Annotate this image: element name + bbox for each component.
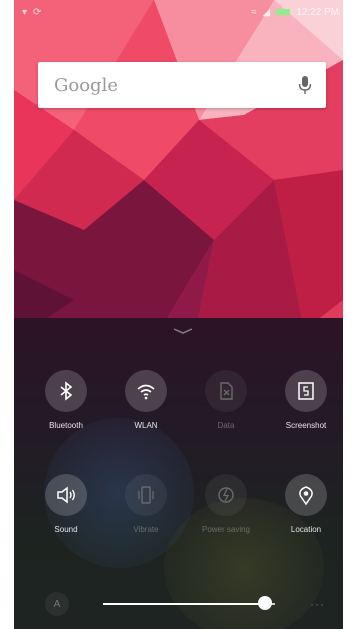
tile-wlan[interactable]: WLAN [106,370,186,430]
vibrate-toggle[interactable] [125,474,167,516]
power-icon [218,487,234,503]
phone-screen: ▾ ⟳ ≈ ◢ 12:22 PM Google Bluetooth WLAN D… [14,0,343,629]
tile-label: Bluetooth [49,421,83,430]
tile-bluetooth[interactable]: Bluetooth [26,370,106,430]
notification-icon: ▾ [22,6,28,18]
power-saving-toggle[interactable] [205,474,247,516]
data-toggle[interactable] [205,370,247,412]
tile-label: Screenshot [285,421,327,430]
brightness-thumb[interactable] [258,596,272,610]
wifi-icon [137,384,155,400]
tile-label: Power saving [201,525,251,534]
tile-label: Location [290,525,322,534]
wifi-icon: ≈ [250,6,257,18]
status-time: 12:22 PM [296,6,339,18]
more-icon[interactable]: ··· [310,597,325,611]
sound-icon [57,486,75,504]
control-panel: Bluetooth WLAN Data Screenshot Sound Vib… [14,318,343,629]
sound-toggle[interactable] [45,474,87,516]
sim-card-icon [220,382,233,400]
tile-power-saving[interactable]: Power saving [186,474,266,534]
brightness-fill [103,603,265,605]
vibrate-icon [138,486,154,504]
collapse-handle-icon[interactable] [172,326,194,336]
screenshot-button[interactable] [285,370,327,412]
tile-location[interactable]: Location [266,474,343,534]
mic-icon[interactable] [298,75,312,95]
tile-data[interactable]: Data [186,370,266,430]
tile-screenshot[interactable]: Screenshot [266,370,343,430]
tile-vibrate[interactable]: Vibrate [106,474,186,534]
tile-sound[interactable]: Sound [26,474,106,534]
google-search-bar[interactable]: Google [38,62,326,108]
signal-icon: ◢ [262,6,271,18]
sync-icon: ⟳ [33,6,42,18]
screenshot-icon [298,382,314,400]
brightness-slider[interactable] [103,603,275,605]
tile-label: Data [217,421,235,430]
battery-icon [276,9,291,15]
location-icon [299,486,313,506]
tile-label: WLAN [134,421,158,430]
bluetooth-icon [60,381,73,401]
tile-label: Vibrate [133,525,159,534]
wallpaper [14,0,343,340]
bluetooth-toggle[interactable] [45,370,87,412]
search-label: Google [54,74,118,96]
brightness-row: A ··· [14,588,343,618]
location-toggle[interactable] [285,474,327,516]
status-bar: ▾ ⟳ ≈ ◢ 12:22 PM [14,0,343,24]
auto-brightness-button[interactable]: A [45,592,69,616]
tile-label: Sound [54,525,78,534]
wlan-toggle[interactable] [125,370,167,412]
